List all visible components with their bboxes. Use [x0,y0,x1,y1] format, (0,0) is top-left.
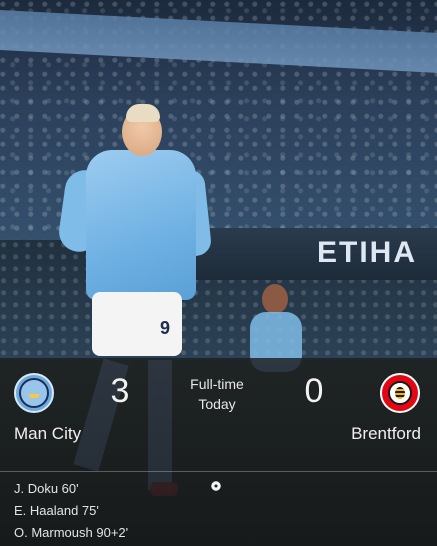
status-text: Full-time [190,376,244,392]
background-player-head [262,284,288,314]
crest-inner [388,381,412,405]
divider [0,471,437,472]
crest-ship [28,394,40,398]
crest-inner [19,378,49,408]
shirt-number: 9 [160,318,171,338]
man-city-crest-icon[interactable] [14,373,54,413]
away-team-name[interactable]: Brentford [351,424,421,444]
match-date: Today [198,396,236,412]
player-hair [126,104,160,122]
away-score: 0 [304,372,324,410]
scorer-item: E. Haaland 75' [14,503,99,518]
home-team-name[interactable]: Man City [14,424,81,444]
player-shirt [86,150,196,300]
scorer-item: O. Marmoush 90+2' [14,525,129,540]
scorer-item: J. Doku 60' [14,481,79,496]
soccer-ball-icon [211,481,221,491]
crest-bee [395,387,405,399]
advertising-text: ETIHA [317,236,417,269]
brentford-crest-icon[interactable] [380,373,420,413]
home-score: 3 [110,372,130,410]
match-status: Full-time Today [170,374,264,414]
home-scorers-list: J. Doku 60' E. Haaland 75' O. Marmoush 9… [14,478,128,544]
